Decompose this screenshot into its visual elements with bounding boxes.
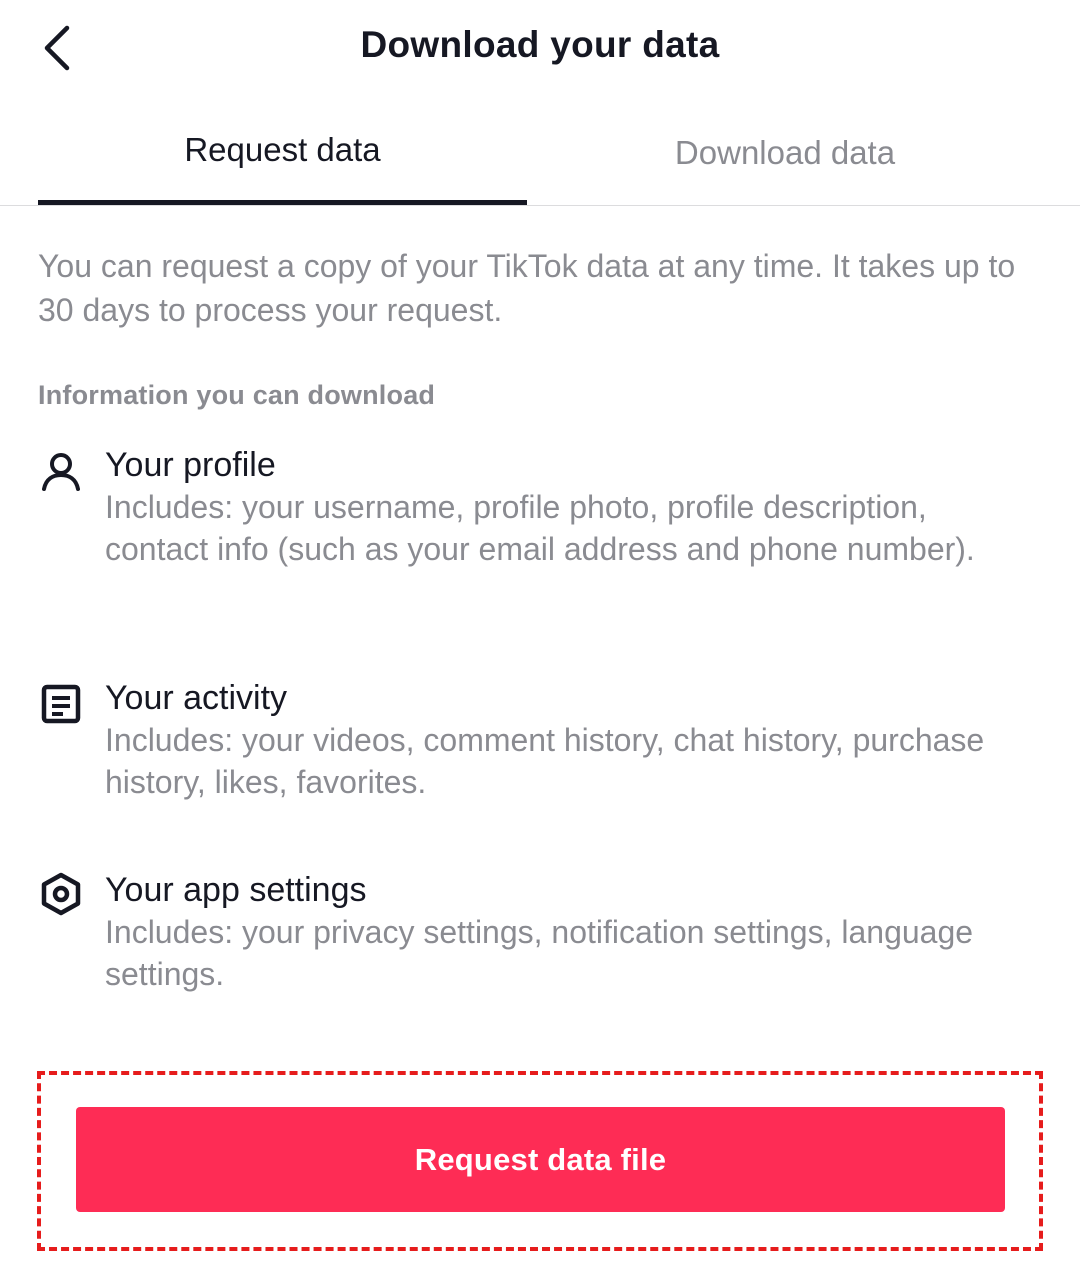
page-title: Download your data xyxy=(360,24,720,65)
item-title: Your app settings xyxy=(105,871,367,909)
tab-download-data[interactable]: Download data xyxy=(540,104,1030,206)
item-title: Your profile xyxy=(105,446,276,484)
header: Download your data xyxy=(0,0,1080,96)
info-item-activity: Your activity Includes: your videos, com… xyxy=(0,677,1080,807)
download-data-page: Download your data Request data Download… xyxy=(0,0,1080,1272)
intro-text: You can request a copy of your TikTok da… xyxy=(38,248,1016,328)
section-label: Information you can download xyxy=(38,380,436,410)
item-title: Your activity xyxy=(105,679,288,717)
person-icon xyxy=(38,448,84,494)
tab-divider xyxy=(0,205,1080,206)
info-item-app-settings: Your app settings Includes: your privacy… xyxy=(0,869,1080,999)
request-data-file-button[interactable]: Request data file xyxy=(76,1107,1005,1212)
item-description: Includes: your privacy settings, notific… xyxy=(105,914,974,992)
item-description: Includes: your videos, comment history, … xyxy=(105,722,985,800)
tab-bar: Request data Download data xyxy=(0,104,1080,206)
tab-request-data[interactable]: Request data xyxy=(38,104,527,206)
document-icon xyxy=(38,681,84,727)
item-description: Includes: your username, profile photo, … xyxy=(105,489,975,567)
info-item-profile: Your profile Includes: your username, pr… xyxy=(0,444,1080,614)
settings-hexagon-icon xyxy=(38,871,84,917)
